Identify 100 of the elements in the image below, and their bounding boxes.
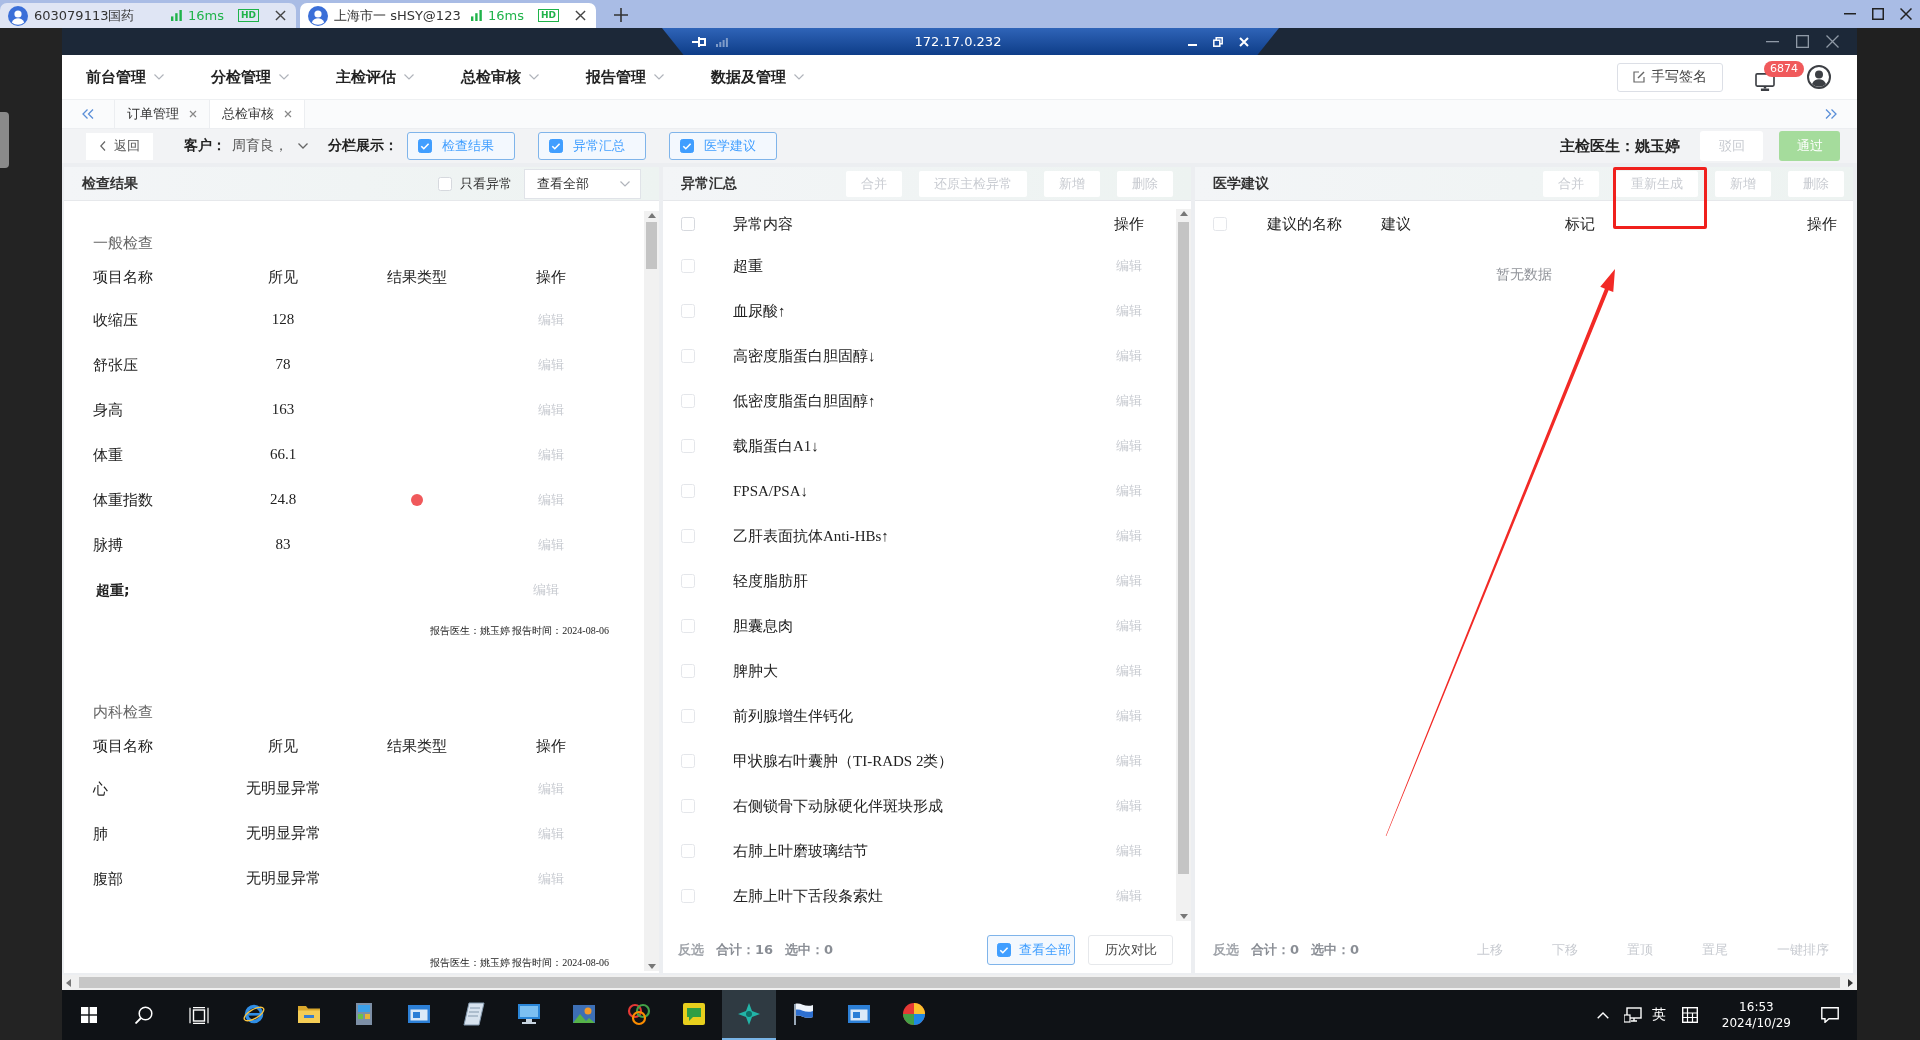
column-header: 所见	[268, 736, 298, 756]
chevron-down-icon	[794, 74, 804, 80]
panel-title: 异常汇总	[681, 174, 737, 193]
view-all-toggle[interactable]: 查看全部	[987, 935, 1075, 965]
beach-ball-icon	[902, 1002, 926, 1026]
drag-handle[interactable]	[0, 112, 9, 168]
menu-item[interactable]: 总检审核	[461, 67, 539, 87]
table-cell: FPSA/PSA↓	[733, 483, 809, 499]
user-avatar-icon[interactable]	[1807, 65, 1831, 89]
total-count: 合计：16	[716, 941, 774, 959]
restore-icon[interactable]	[1213, 36, 1223, 47]
search-icon[interactable]	[135, 1006, 153, 1024]
clock-time[interactable]: 16:53	[1739, 999, 1774, 1015]
invert-selection-link[interactable]: 反选	[678, 941, 704, 959]
checkbox[interactable]	[680, 139, 694, 153]
table-cell: 无明显异常	[245, 869, 321, 888]
menu-item[interactable]: 分检管理	[211, 67, 289, 87]
window-icon	[847, 1002, 871, 1026]
invert-selection-link[interactable]: 反选	[1213, 941, 1239, 959]
rings-icon	[627, 1002, 651, 1026]
chevron-down-icon	[654, 74, 664, 80]
customer-label: 客户：	[184, 137, 226, 155]
checkbox[interactable]	[549, 139, 563, 153]
menu-item[interactable]: 数据及管理	[711, 67, 804, 87]
windows-logo-icon[interactable]	[81, 1007, 97, 1023]
double-chevron-left-icon[interactable]	[82, 109, 94, 119]
vertical-scrollbar[interactable]	[1176, 209, 1191, 921]
column-header: 建议	[1381, 214, 1411, 233]
menu-item[interactable]: 主检评估	[336, 67, 414, 87]
signal-icon	[171, 10, 182, 21]
panel-title: 检查结果	[82, 174, 138, 193]
chevron-down-icon	[404, 74, 414, 80]
maximize-icon[interactable]	[1872, 8, 1884, 20]
paper-icon	[462, 1002, 486, 1026]
input-method-indicator[interactable]: 英	[1651, 1006, 1666, 1024]
back-button[interactable]: 返回	[86, 132, 153, 160]
maximize-icon[interactable]	[1796, 35, 1809, 48]
vertical-scrollbar[interactable]	[644, 211, 659, 971]
notification-icon[interactable]	[1821, 1007, 1839, 1023]
star-shape-icon	[737, 1002, 761, 1026]
selected-count: 选中：0	[785, 941, 834, 959]
scroll-down-icon[interactable]	[647, 964, 656, 969]
column-toggle[interactable]: 检查结果	[407, 132, 515, 160]
latency-text: 16ms	[188, 8, 224, 23]
table-cell: 右肺上叶磨玻璃结节	[733, 842, 868, 859]
table-cell: 体重指数	[93, 490, 153, 509]
column-header: 结果类型	[387, 267, 447, 287]
scrollbar-thumb[interactable]	[1178, 222, 1189, 874]
double-chevron-right-icon[interactable]	[1825, 109, 1837, 119]
scroll-left-icon[interactable]	[66, 978, 71, 987]
quality-badge: HD	[238, 9, 259, 22]
checkbox[interactable]	[997, 943, 1011, 957]
clock-date[interactable]: 2024/10/29	[1721, 1015, 1791, 1031]
total-count: 合计：0	[1251, 941, 1300, 959]
browser-tab[interactable]: 603079113国药 16ms HD	[0, 3, 296, 28]
table-cell: 舒张压	[93, 355, 138, 374]
close-icon[interactable]	[275, 10, 286, 21]
table-cell: 左肺上叶下舌段条索灶	[733, 887, 883, 904]
grid-icon[interactable]	[1681, 1007, 1698, 1023]
column-toggle[interactable]: 医学建议	[669, 132, 777, 160]
picture-icon	[572, 1002, 596, 1026]
column-header: 操作	[1807, 214, 1837, 233]
minimize-icon[interactable]	[1766, 40, 1779, 43]
chat-icon	[682, 1002, 706, 1026]
minimize-icon[interactable]	[1188, 43, 1197, 46]
scrollbar-thumb[interactable]	[79, 977, 1840, 988]
menu-item[interactable]: 报告管理	[586, 67, 664, 87]
column-toggle[interactable]: 异常汇总	[538, 132, 646, 160]
pin-icon[interactable]	[692, 35, 706, 48]
scroll-down-icon[interactable]	[1179, 914, 1188, 919]
table-cell: 高密度脂蛋白胆固醇↓	[733, 347, 876, 364]
column-header: 操作	[536, 267, 566, 287]
close-icon[interactable]	[575, 10, 586, 21]
minimize-icon[interactable]	[1844, 13, 1856, 15]
column-header: 建议的名称	[1267, 214, 1342, 233]
checkbox-label[interactable]: 只看异常	[460, 174, 512, 193]
scroll-up-icon[interactable]	[647, 213, 656, 218]
table-cell: 脉搏	[93, 535, 123, 554]
section-title: 内科检查	[93, 702, 153, 722]
close-icon[interactable]	[1826, 35, 1839, 48]
filter-select[interactable]: 查看全部	[524, 168, 641, 199]
chevron-down-icon	[620, 180, 630, 187]
signature-button[interactable]: 手写签名	[1617, 62, 1723, 92]
table-cell: 128	[271, 311, 295, 328]
horizontal-scrollbar[interactable]	[62, 975, 1857, 990]
quality-badge: HD	[538, 9, 559, 22]
close-icon[interactable]	[1900, 8, 1912, 20]
page-tab[interactable]: 总检审核	[209, 100, 305, 128]
history-compare-button[interactable]: 历次对比	[1088, 935, 1173, 965]
checkbox[interactable]	[418, 139, 432, 153]
scrollbar-thumb[interactable]	[646, 222, 657, 269]
menu-item[interactable]: 前台管理	[86, 67, 164, 87]
plus-icon[interactable]	[614, 8, 628, 22]
network-icon[interactable]	[1623, 1007, 1642, 1023]
scroll-right-icon[interactable]	[1848, 978, 1853, 987]
customer-select[interactable]: 周育良，	[232, 137, 308, 155]
task-view-icon[interactable]	[189, 1006, 209, 1024]
scroll-up-icon[interactable]	[1179, 211, 1188, 216]
browser-tab[interactable]: 上海市一 sHSY@123 16ms HD	[300, 3, 596, 28]
chevron-up-icon[interactable]	[1596, 1011, 1609, 1019]
